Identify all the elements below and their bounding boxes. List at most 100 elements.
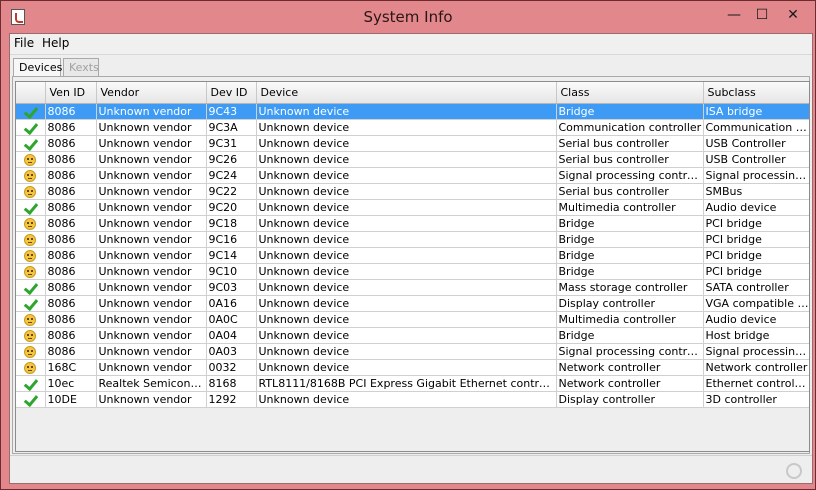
checkmark-icon (23, 201, 37, 215)
title-bar[interactable]: System Info — ☐ ✕ (1, 1, 815, 33)
table-row[interactable]: 8086 Unknown vendor 9C14 Unknown device Brid… (16, 247, 809, 264)
table-row[interactable]: 8086 Unknown vendor 9C10 Unknown device Brid… (16, 263, 809, 280)
column-header-ven-id[interactable]: Ven ID (45, 82, 97, 104)
device-cell: Unknown device (256, 135, 557, 152)
ven-id-cell: 8086 (45, 263, 97, 280)
status-cell (16, 295, 46, 312)
subclass-cell: Communication co... (703, 119, 809, 136)
status-cell (16, 263, 46, 280)
minimize-button[interactable]: — (721, 5, 747, 25)
checkmark-icon (23, 105, 37, 119)
ven-id-cell: 8086 (45, 327, 97, 344)
table-row[interactable]: 8086 Unknown vendor 9C03 Unknown device Mass… (16, 279, 809, 296)
status-cell (16, 359, 46, 376)
ven-id-cell: 10ec (45, 375, 97, 392)
subclass-cell: 3D controller (703, 391, 809, 408)
device-cell: Unknown device (256, 359, 557, 376)
neutral-face-icon (24, 154, 37, 166)
dev-id-cell: 0A16 (206, 295, 257, 312)
table-row[interactable]: 8086 Unknown vendor 9C16 Unknown device Brid… (16, 231, 809, 248)
subclass-cell: USB Controller (703, 151, 809, 168)
table-row[interactable]: 8086 Unknown vendor 9C31 Unknown device Seri… (16, 135, 809, 152)
column-header-status[interactable] (16, 82, 46, 104)
vendor-cell: Unknown vendor (96, 263, 207, 280)
status-cell (16, 199, 46, 216)
dev-id-cell: 9C43 (206, 103, 257, 120)
neutral-face-icon (24, 234, 37, 246)
neutral-face-icon (24, 170, 37, 182)
table-row[interactable]: 8086 Unknown vendor 9C3A Unknown device Comm… (16, 119, 809, 136)
subclass-cell: USB Controller (703, 135, 809, 152)
neutral-face-icon (24, 186, 37, 198)
checkmark-icon (23, 281, 37, 295)
vendor-cell: Unknown vendor (96, 215, 207, 232)
class-cell: Network controller (556, 375, 704, 392)
ven-id-cell: 8086 (45, 167, 97, 184)
column-header-dev-id[interactable]: Dev ID (206, 82, 257, 104)
class-cell: Bridge (556, 103, 704, 120)
table-row[interactable]: 168C Unknown vendor 0032 Unknown device Netw… (16, 359, 809, 376)
status-cell (16, 247, 46, 264)
vendor-cell: Unknown vendor (96, 295, 207, 312)
subclass-cell: Audio device (703, 199, 809, 216)
table-row[interactable]: 10ecRealtek Semiconduc...8168RTL8111/816… (16, 375, 809, 392)
subclass-cell: Host bridge (703, 327, 809, 344)
devices-table[interactable]: Ven ID Vendor Dev ID Device Class Subcla… (15, 81, 810, 452)
table-row[interactable]: 8086 Unknown vendor 0A16 Unknown device Disp… (16, 295, 809, 312)
table-row[interactable]: 10DE Unknown vendor 1292 Unknown device Disp… (16, 391, 809, 408)
column-header-subclass[interactable]: Subclass (703, 82, 809, 104)
table-row[interactable]: 8086 Unknown vendor 9C22 Unknown device Seri… (16, 183, 809, 200)
device-cell: Unknown device (256, 311, 557, 328)
subclass-cell: Audio device (703, 311, 809, 328)
neutral-face-icon (24, 330, 37, 342)
menu-file[interactable]: File (14, 36, 34, 50)
dev-id-cell: 9C14 (206, 247, 257, 264)
vendor-cell: Unknown vendor (96, 119, 207, 136)
class-cell: Display controller (556, 295, 704, 312)
class-cell: Network controller (556, 359, 704, 376)
ven-id-cell: 8086 (45, 199, 97, 216)
vendor-cell: Unknown vendor (96, 391, 207, 408)
table-row[interactable]: 8086 Unknown vendor 9C20 Unknown device Mult… (16, 199, 809, 216)
dev-id-cell: 9C3A (206, 119, 257, 136)
subclass-cell: Ethernet controller (703, 375, 809, 392)
table-row[interactable]: 8086 Unknown vendor 9C18 Unknown device Brid… (16, 215, 809, 232)
table-row[interactable]: 8086 Unknown vendor 0A03 Unknown device Sign… (16, 343, 809, 360)
table-row[interactable]: 8086 Unknown vendor 9C43 Unknown device Brid… (16, 103, 809, 120)
subclass-cell: VGA compatible co... (703, 295, 809, 312)
table-row[interactable]: 8086 Unknown vendor 9C24 Unknown device Sign… (16, 167, 809, 184)
table-row[interactable]: 8086 Unknown vendor 0A04 Unknown device Brid… (16, 327, 809, 344)
column-header-class[interactable]: Class (556, 82, 704, 104)
vendor-cell: Unknown vendor (96, 151, 207, 168)
dev-id-cell: 8168 (206, 375, 257, 392)
close-button[interactable]: ✕ (777, 5, 809, 25)
dev-id-cell: 0A03 (206, 343, 257, 360)
ven-id-cell: 8086 (45, 151, 97, 168)
vendor-cell: Unknown vendor (96, 103, 207, 120)
table-row[interactable]: 8086 Unknown vendor 0A0C Unknown device Mult… (16, 311, 809, 328)
tab-devices[interactable]: Devices (13, 58, 62, 76)
column-header-vendor[interactable]: Vendor (96, 82, 207, 104)
checkmark-icon (23, 121, 37, 135)
client-area: File Help Devices Kexts Ven ID Vendor De… (9, 33, 813, 484)
device-cell: RTL8111/8168B PCI Express Gigabit Ethern… (256, 375, 557, 392)
device-cell: Unknown device (256, 103, 557, 120)
ven-id-cell: 8086 (45, 295, 97, 312)
dev-id-cell: 9C10 (206, 263, 257, 280)
window-title: System Info (363, 8, 453, 26)
vendor-cell: Unknown vendor (96, 167, 207, 184)
class-cell: Bridge (556, 247, 704, 264)
status-cell (16, 119, 46, 136)
class-cell: Serial bus controller (556, 183, 704, 200)
neutral-face-icon (24, 250, 37, 262)
maximize-button[interactable]: ☐ (749, 5, 775, 25)
menu-help[interactable]: Help (42, 36, 69, 50)
class-cell: Serial bus controller (556, 135, 704, 152)
devices-panel: Ven ID Vendor Dev ID Device Class Subcla… (12, 76, 810, 454)
checkmark-icon (23, 297, 37, 311)
column-header-device[interactable]: Device (256, 82, 557, 104)
busy-indicator-icon (786, 463, 802, 479)
neutral-face-icon (24, 314, 37, 326)
device-cell: Unknown device (256, 231, 557, 248)
table-row[interactable]: 8086 Unknown vendor 9C26 Unknown device Seri… (16, 151, 809, 168)
